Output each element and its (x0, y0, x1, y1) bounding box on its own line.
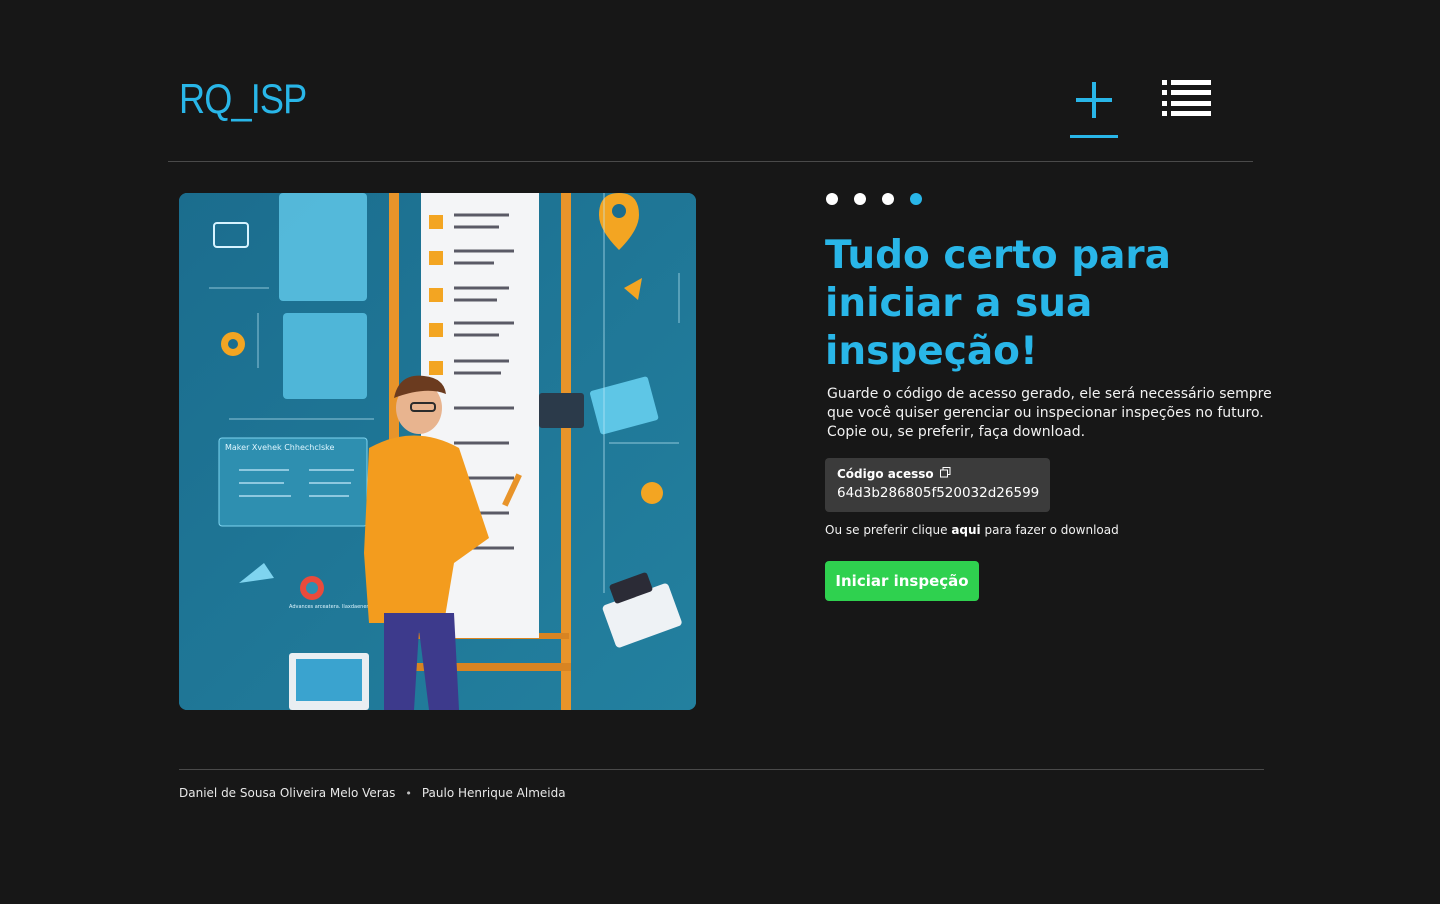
new-inspection-nav-button[interactable] (1070, 76, 1118, 138)
step-dot-3 (882, 193, 894, 205)
list-icon (1162, 80, 1211, 116)
header-divider (168, 161, 1253, 162)
step-dot-4-active (910, 193, 922, 205)
app-logo[interactable]: RQ_ISP (179, 78, 307, 120)
access-code-label-row: Código acesso (837, 467, 1038, 482)
download-suffix: para fazer o download (984, 523, 1119, 537)
step-dot-1 (826, 193, 838, 205)
author-1: Daniel de Sousa Oliveira Melo Veras (179, 786, 396, 800)
footer-divider (179, 769, 1264, 770)
illustration-text: Maker Xvehek Chhechclske (225, 443, 334, 452)
access-code-label: Código acesso (837, 467, 934, 481)
copy-icon[interactable] (939, 467, 951, 482)
download-prefix: Ou se preferir clique (825, 523, 948, 537)
active-tab-indicator (1070, 135, 1118, 138)
step-dot-2 (854, 193, 866, 205)
inspections-list-nav-button[interactable] (1162, 80, 1212, 118)
access-code-box[interactable]: Código acesso 64d3b286805f520032d26599 (825, 458, 1050, 512)
plus-icon (1076, 82, 1112, 118)
step-indicator (826, 193, 922, 205)
footer-separator: • (405, 787, 412, 800)
start-inspection-button[interactable]: Iniciar inspeção (825, 561, 979, 601)
illustration-caption: Advances arceatera. Ilaxdaenercaf (289, 604, 376, 610)
app-header: RQ_ISP (0, 0, 1440, 162)
download-link[interactable]: aqui (951, 523, 980, 537)
footer-credits: Daniel de Sousa Oliveira Melo Veras • Pa… (179, 786, 566, 801)
page-description: Guarde o código de acesso gerado, ele se… (827, 386, 1272, 440)
page-title: Tudo certo para iniciar a sua inspeção! (825, 233, 1171, 374)
download-hint: Ou se preferir clique aqui para fazer o … (825, 523, 1119, 538)
access-code-value[interactable]: 64d3b286805f520032d26599 (837, 484, 1039, 502)
author-2: Paulo Henrique Almeida (421, 786, 566, 800)
inspection-illustration: Maker Xvehek Chhechclske Advances arceat… (179, 193, 696, 710)
